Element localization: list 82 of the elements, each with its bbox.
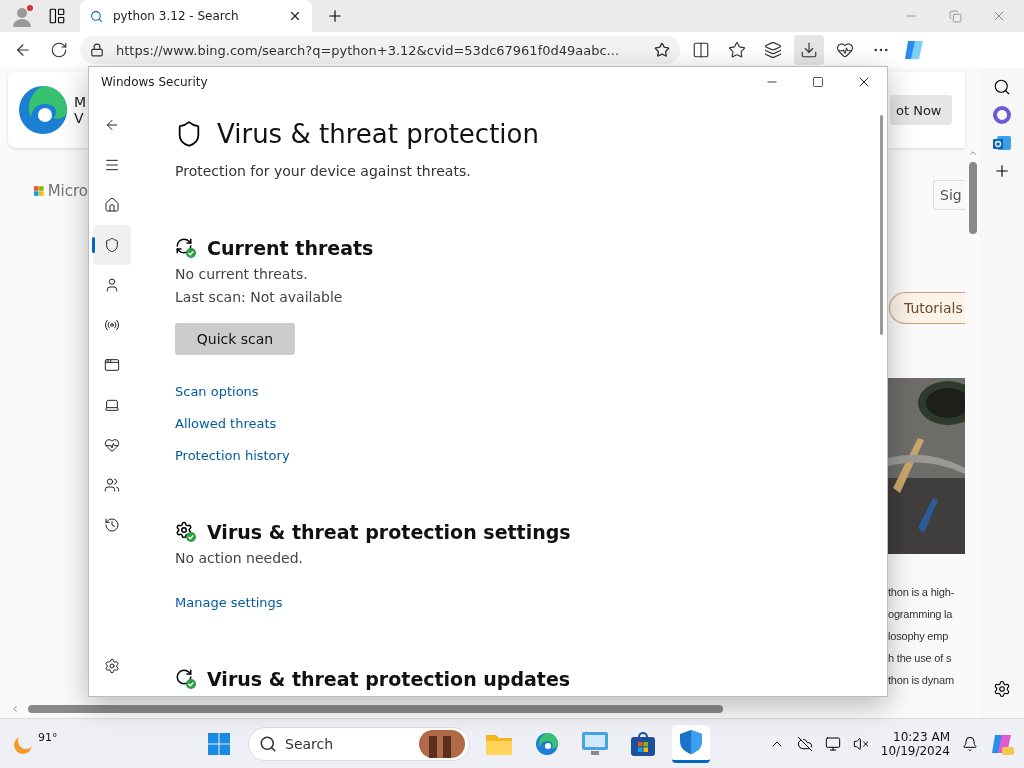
browser-logo-icon bbox=[18, 85, 68, 135]
brand-name: Micro bbox=[47, 182, 88, 200]
back-icon bbox=[104, 117, 120, 133]
outlook-icon[interactable] bbox=[993, 134, 1011, 152]
section-title: Current threats bbox=[207, 237, 374, 259]
page-subtitle: Protection for your device against threats. bbox=[175, 163, 472, 179]
refresh-check-icon bbox=[175, 668, 197, 690]
gears-check-icon bbox=[175, 521, 197, 543]
paragraph-line: thon is a high- bbox=[888, 585, 955, 600]
link[interactable]: Allowed threats bbox=[175, 416, 277, 431]
copilot-icon[interactable] bbox=[902, 38, 926, 62]
add-icon[interactable] bbox=[993, 162, 1011, 180]
split-screen-icon[interactable] bbox=[692, 41, 710, 59]
lock-icon bbox=[90, 43, 104, 57]
close-icon[interactable] bbox=[288, 9, 302, 23]
taskbar-button[interactable] bbox=[672, 724, 710, 763]
download-icon[interactable] bbox=[800, 41, 818, 59]
section-title: Virus & threat protection updates bbox=[207, 668, 571, 690]
paragraph-line: losophy emp bbox=[888, 629, 949, 644]
status-text: Last scan: Not available bbox=[175, 289, 344, 305]
search-icon[interactable] bbox=[993, 78, 1011, 96]
settings-icon bbox=[104, 658, 120, 674]
tutorials-chip[interactable]: Tutorials bbox=[889, 292, 965, 324]
paragraph-line: ogramming la bbox=[888, 607, 953, 622]
status-text: No action needed. bbox=[175, 550, 304, 566]
browser-tab[interactable]: python 3.12 - Search bbox=[80, 0, 312, 32]
browser-logo-icon[interactable] bbox=[535, 731, 559, 756]
not-now-button[interactable]: ot Now bbox=[890, 95, 952, 125]
nav-item[interactable] bbox=[93, 225, 131, 265]
scrollbar-thumb[interactable] bbox=[968, 162, 977, 234]
tab-actions-icon[interactable] bbox=[48, 7, 66, 25]
sign-in-button[interactable]: Sig bbox=[933, 180, 965, 210]
search-icon bbox=[259, 734, 277, 753]
link[interactable]: Manage settings bbox=[175, 595, 283, 610]
history-icon bbox=[104, 517, 120, 533]
windows-logo-icon[interactable] bbox=[208, 732, 230, 755]
laptop-icon bbox=[104, 397, 120, 413]
store-icon[interactable] bbox=[631, 731, 655, 756]
heart-pulse-icon[interactable] bbox=[836, 41, 854, 59]
section-title: Virus & threat protection settings bbox=[207, 521, 571, 543]
scrollbar-thumb[interactable] bbox=[28, 705, 723, 713]
maximize-icon[interactable] bbox=[812, 76, 824, 88]
scrollbar-thumb[interactable] bbox=[879, 115, 883, 335]
paragraph-line: thon is dynam bbox=[888, 673, 954, 688]
people-icon bbox=[104, 477, 120, 493]
window-icon bbox=[104, 357, 120, 373]
clock[interactable]: 10:23 AM 10/19/2024 bbox=[880, 729, 950, 758]
favorites-icon[interactable] bbox=[728, 41, 746, 59]
refresh-check-icon bbox=[175, 237, 197, 259]
link[interactable]: Scan options bbox=[175, 384, 259, 399]
temperature: 91° bbox=[38, 730, 58, 744]
banner-text: M bbox=[74, 94, 87, 110]
menu-icon bbox=[104, 157, 120, 173]
search-icon bbox=[90, 9, 103, 23]
back-icon[interactable] bbox=[14, 41, 32, 59]
home-icon bbox=[104, 197, 120, 213]
taskbar-search[interactable]: Search bbox=[248, 726, 470, 761]
collections-icon[interactable] bbox=[764, 41, 782, 59]
address-bar[interactable]: https://www.bing.com/search?q=python+3.12&cvid=53dc67961f0d49aabc... bbox=[80, 36, 680, 64]
monitor-icon[interactable] bbox=[824, 735, 841, 752]
copilot-icon[interactable] bbox=[993, 106, 1011, 124]
refresh-icon[interactable] bbox=[50, 41, 68, 59]
heart-pulse-icon bbox=[104, 437, 120, 453]
link[interactable]: Protection history bbox=[175, 448, 290, 463]
new-tab-icon[interactable] bbox=[326, 7, 344, 25]
shield-icon bbox=[679, 729, 703, 755]
monitor-app-icon[interactable] bbox=[582, 731, 608, 756]
paragraph-line: h the use of s bbox=[888, 651, 952, 666]
bell-icon[interactable] bbox=[962, 735, 978, 752]
star-icon[interactable] bbox=[654, 42, 670, 58]
quick-scan-button[interactable]: Quick scan bbox=[175, 323, 295, 355]
page-title: Virus & threat protection bbox=[217, 119, 539, 149]
person-icon bbox=[104, 277, 120, 293]
status-text: No current threats. bbox=[175, 266, 309, 282]
shield-icon bbox=[104, 237, 120, 253]
profile-icon[interactable] bbox=[10, 4, 34, 28]
volume-mute-icon[interactable] bbox=[852, 735, 869, 752]
cloud-off-icon[interactable] bbox=[796, 735, 813, 752]
settings-icon[interactable] bbox=[993, 680, 1011, 698]
banner-text: V bbox=[74, 110, 85, 126]
window-title: Windows Security bbox=[101, 75, 209, 89]
antenna-icon bbox=[104, 317, 120, 333]
